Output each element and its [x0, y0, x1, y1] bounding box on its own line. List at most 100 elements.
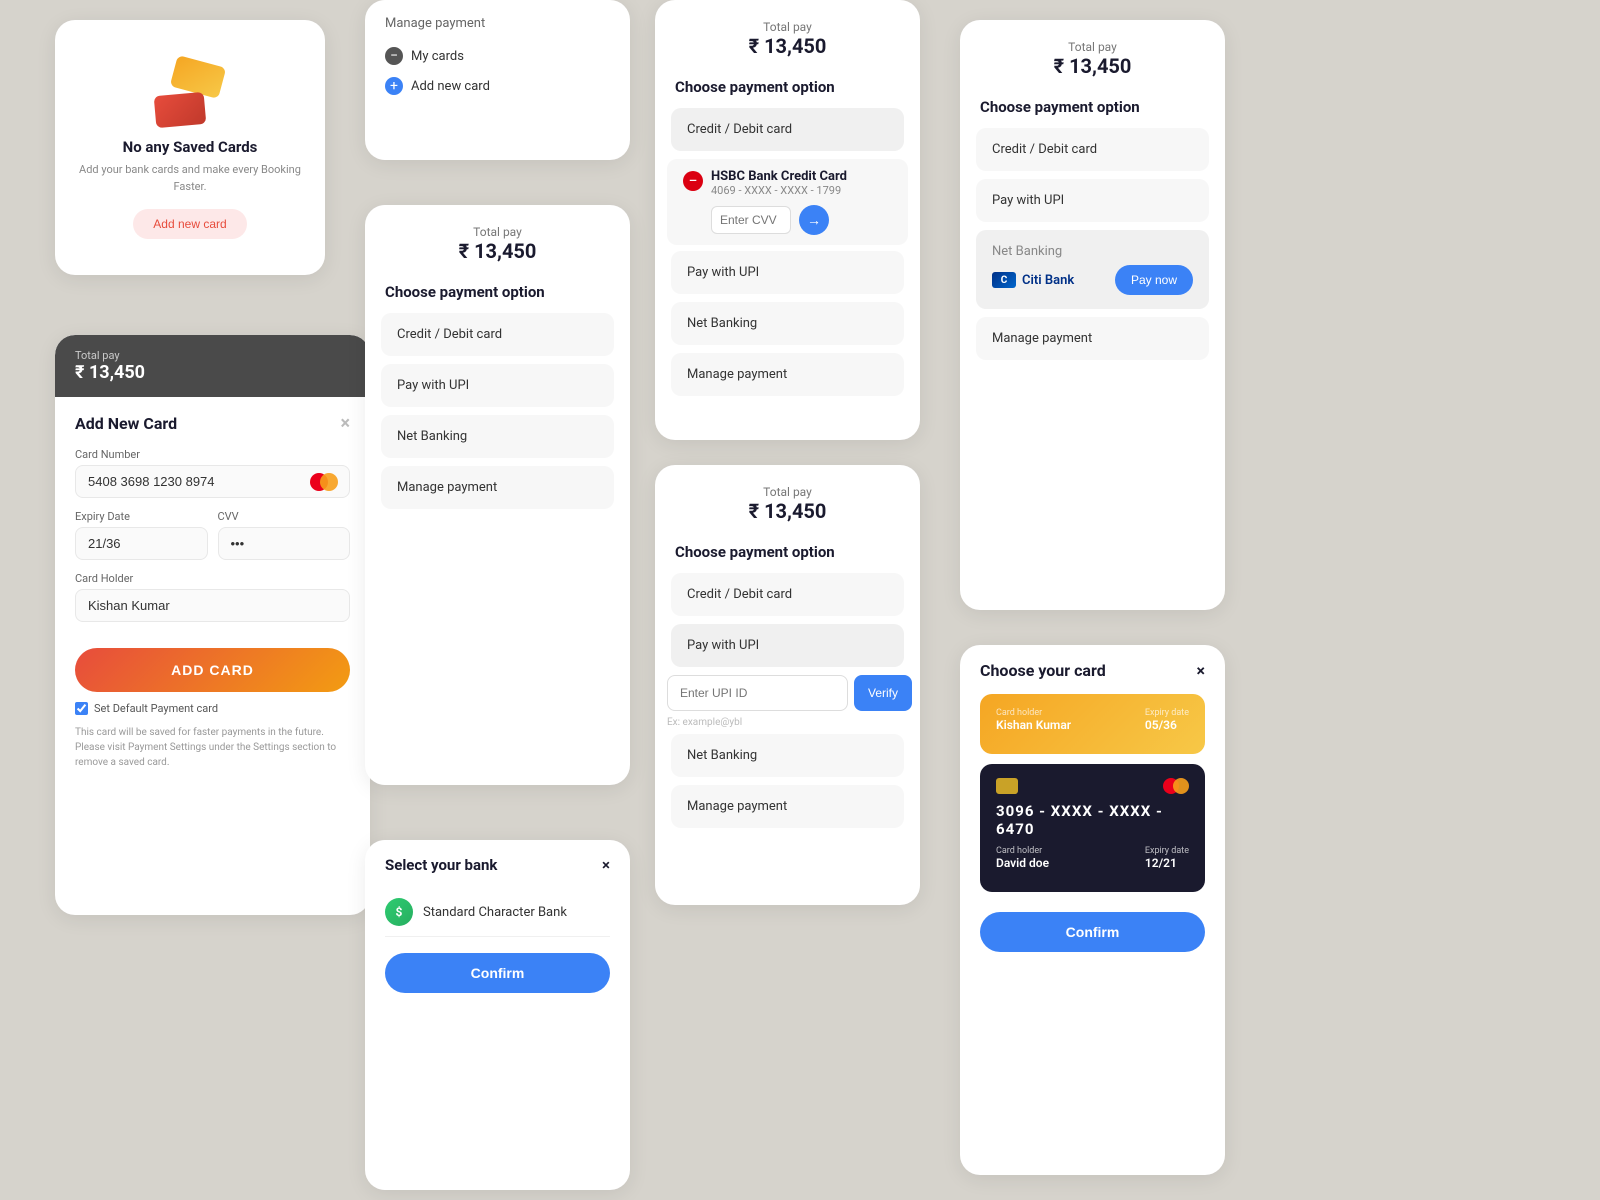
payment-upi[interactable]: Pay with UPI: [381, 364, 614, 407]
cvv-label: CVV: [218, 510, 351, 523]
add-card-panel: Total pay ₹ 13,450 Add New Card × Card N…: [55, 335, 370, 915]
close-icon[interactable]: ×: [340, 413, 350, 434]
upi-section-title: Choose payment option: [655, 543, 920, 573]
gold-card-meta: Card holder Kishan Kumar Expiry date 05/…: [996, 708, 1189, 732]
add-new-card-button[interactable]: Add new card: [133, 209, 246, 239]
upi-input-row: Verify: [655, 675, 920, 711]
hsbc-card-details: HSBC Bank Credit Card 4069 - XXXX - XXXX…: [711, 169, 847, 235]
dark-expiry-group: Expiry date 12/21: [1145, 846, 1189, 870]
bank-close-icon[interactable]: ×: [602, 856, 610, 874]
gold-expiry-group: Expiry date 05/36: [1145, 708, 1189, 732]
card-holder-group: Card Holder: [75, 572, 350, 622]
payment-credit-debit[interactable]: Credit / Debit card: [381, 313, 614, 356]
right-upi[interactable]: Pay with UPI: [976, 179, 1209, 222]
manage-payment-panel: Manage payment − My cards + Add new card: [365, 0, 630, 160]
citi-logo: Citi Bank: [992, 272, 1074, 288]
choose-card-panel: Choose your card × Card holder Kishan Ku…: [960, 645, 1225, 1175]
no-cards-description: Add your bank cards and make every Booki…: [75, 162, 305, 195]
gold-expiry-value: 05/36: [1145, 718, 1189, 732]
standard-bank-logo: [385, 898, 413, 926]
hsbc-total-amount: ₹ 13,450: [675, 34, 900, 58]
default-payment-checkbox[interactable]: [75, 702, 88, 715]
card-number-input[interactable]: [75, 465, 350, 498]
card-front-icon: [154, 92, 207, 128]
card-stack-icon: [155, 56, 225, 126]
hsbc-remove-icon[interactable]: [683, 171, 703, 191]
expiry-cvv-row: Expiry Date CVV: [75, 510, 350, 572]
upi-header: Total pay ₹ 13,450: [655, 465, 920, 543]
plus-icon: +: [385, 77, 403, 95]
payment-upi-panel: Total pay ₹ 13,450 Choose payment option…: [655, 465, 920, 905]
right-net-banking[interactable]: Net Banking Citi Bank Pay now: [976, 230, 1209, 309]
dark-card-number: 3096 - XXXX - XXXX - 6470: [996, 802, 1189, 838]
payment-net-banking[interactable]: Net Banking: [381, 415, 614, 458]
right-total-label: Total pay: [980, 40, 1205, 54]
cvv-field[interactable]: [711, 206, 791, 234]
net-banking-option-hsbc[interactable]: Net Banking: [671, 302, 904, 345]
bank-confirm-button[interactable]: Confirm: [385, 953, 610, 993]
dark-expiry-label: Expiry date: [1145, 846, 1189, 856]
minus-icon: −: [385, 47, 403, 65]
add-card-submit-button[interactable]: ADD CARD: [75, 648, 350, 692]
hsbc-total-label: Total pay: [675, 20, 900, 34]
expiry-input[interactable]: [75, 527, 208, 560]
my-cards-item[interactable]: − My cards: [385, 41, 610, 71]
proceed-button[interactable]: →: [799, 205, 829, 235]
dark-holder-name: David doe: [996, 856, 1049, 870]
no-cards-title: No any Saved Cards: [123, 138, 258, 156]
upi-option-hsbc[interactable]: Pay with UPI: [671, 251, 904, 294]
upi-hint-text: Ex: example@ybl: [655, 717, 920, 734]
manage-option-hsbc[interactable]: Manage payment: [671, 353, 904, 396]
add-new-card-label: Add new card: [411, 79, 490, 94]
gold-card-item[interactable]: Card holder Kishan Kumar Expiry date 05/…: [980, 694, 1205, 754]
right-credit-debit[interactable]: Credit / Debit card: [976, 128, 1209, 171]
default-payment-label: Set Default Payment card: [94, 702, 218, 715]
payment-manage[interactable]: Manage payment: [381, 466, 614, 509]
dark-card-item[interactable]: 3096 - XXXX - XXXX - 6470 Card holder Da…: [980, 764, 1205, 892]
card-holder-input[interactable]: [75, 589, 350, 622]
standard-bank-item[interactable]: Standard Character Bank: [385, 888, 610, 937]
payment-simple-total-amount: ₹ 13,450: [385, 239, 610, 263]
dark-card-meta: Card holder David doe Expiry date 12/21: [996, 846, 1189, 870]
card-number-label: Card Number: [75, 448, 350, 461]
cvv-row: →: [711, 205, 847, 235]
hsbc-card-name: HSBC Bank Credit Card: [711, 169, 847, 184]
citi-icon: [992, 272, 1016, 288]
mastercard-icon: [310, 472, 342, 492]
right-total-amount: ₹ 13,450: [980, 54, 1205, 78]
right-payment-panel: Total pay ₹ 13,450 Choose payment option…: [960, 20, 1225, 610]
cvv-group: CVV: [218, 510, 351, 560]
select-bank-panel: Select your bank × Standard Character Ba…: [365, 840, 630, 1190]
my-cards-label: My cards: [411, 49, 464, 64]
manage-payment-title: Manage payment: [385, 16, 610, 31]
choose-card-title-text: Choose your card: [980, 661, 1106, 680]
payment-simple-section-title: Choose payment option: [365, 283, 630, 313]
payment-hsbc-panel: Total pay ₹ 13,450 Choose payment option…: [655, 0, 920, 440]
upi-id-input[interactable]: [667, 675, 848, 711]
credit-debit-upi-panel[interactable]: Credit / Debit card: [671, 573, 904, 616]
hsbc-card-number: 4069 - XXXX - XXXX - 1799: [711, 184, 847, 197]
citi-bank-row: Citi Bank Pay now: [992, 265, 1193, 295]
pay-upi-option[interactable]: Pay with UPI: [671, 624, 904, 667]
right-header: Total pay ₹ 13,450: [960, 20, 1225, 98]
add-new-card-item[interactable]: + Add new card: [385, 71, 610, 101]
right-section-title: Choose payment option: [960, 98, 1225, 128]
net-banking-upi-panel[interactable]: Net Banking: [671, 734, 904, 777]
mastercard-mini-icon: [1163, 778, 1189, 794]
dark-chip: [996, 778, 1018, 794]
add-card-form-body: Add New Card × Card Number Expiry Date C…: [55, 397, 370, 786]
cvv-input[interactable]: [218, 527, 351, 560]
right-manage[interactable]: Manage payment: [976, 317, 1209, 360]
choose-card-title: Choose your card ×: [980, 661, 1205, 680]
manage-upi-panel[interactable]: Manage payment: [671, 785, 904, 828]
confirm-card-button[interactable]: Confirm: [980, 912, 1205, 952]
standard-bank-name: Standard Character Bank: [423, 905, 567, 920]
dark-holder-label: Card holder: [996, 846, 1049, 856]
choose-card-close-icon[interactable]: ×: [1197, 661, 1206, 680]
pay-now-button[interactable]: Pay now: [1115, 265, 1193, 295]
credit-debit-option[interactable]: Credit / Debit card: [671, 108, 904, 151]
dark-holder-group: Card holder David doe: [996, 846, 1049, 870]
citi-bank-name: Citi Bank: [1022, 273, 1074, 288]
disclaimer-text: This card will be saved for faster payme…: [75, 725, 350, 770]
verify-button[interactable]: Verify: [854, 675, 912, 711]
